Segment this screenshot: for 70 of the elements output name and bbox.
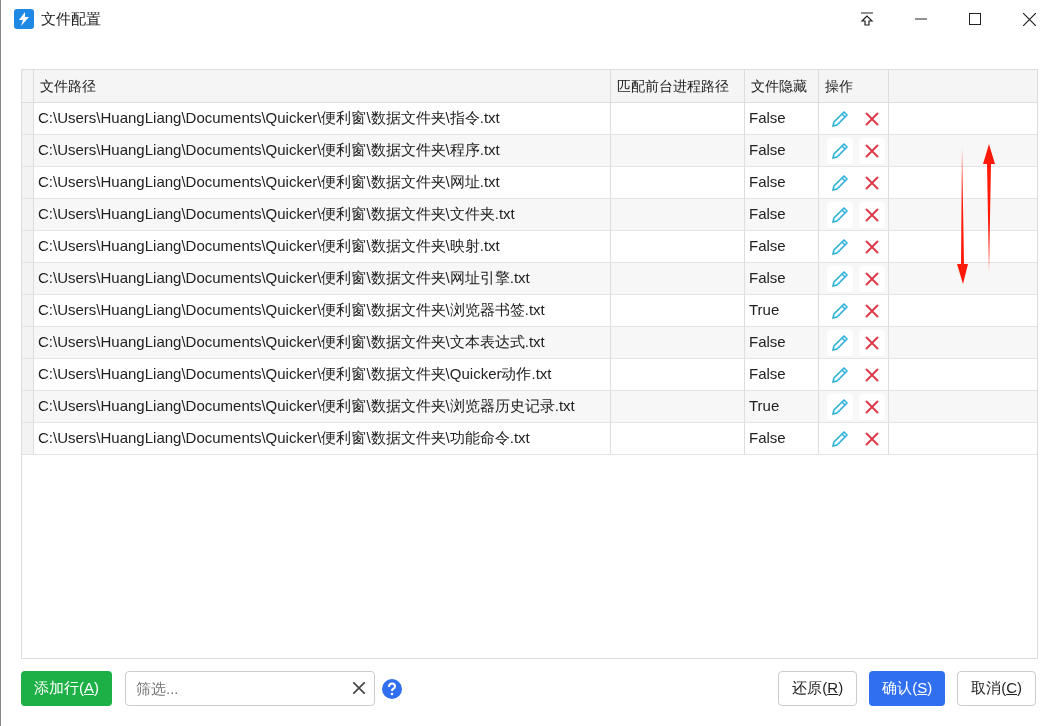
file-path-cell: C:\Users\HuangLiang\Documents\Quicker\便利窗\数据文件夹\映射.txt (34, 231, 611, 262)
file-path-cell: C:\Users\HuangLiang\Documents\Quicker\便利窗\数据文件夹\程序.txt (34, 135, 611, 166)
edit-button[interactable] (827, 137, 853, 164)
delete-icon (865, 335, 879, 350)
edit-button[interactable] (827, 265, 853, 292)
file-path-cell: C:\Users\HuangLiang\Documents\Quicker\便利窗\数据文件夹\网址引擎.txt (34, 263, 611, 294)
edit-button[interactable] (827, 393, 853, 420)
delete-icon (865, 303, 879, 318)
file-path-cell: C:\Users\HuangLiang\Documents\Quicker\便利窗\数据文件夹\网址.txt (34, 167, 611, 198)
pencil-icon (831, 333, 849, 352)
pencil-icon (831, 173, 849, 192)
dialog-button[interactable]: 取消(C) (957, 671, 1036, 706)
maximize-icon (969, 13, 981, 25)
file-path-cell: C:\Users\HuangLiang\Documents\Quicker\便利窗\数据文件夹\浏览器历史记录.txt (34, 391, 611, 422)
delete-icon (865, 239, 879, 254)
pencil-icon (831, 397, 849, 416)
hidden-cell: False (745, 103, 819, 134)
delete-button[interactable] (859, 201, 885, 228)
hidden-cell: False (745, 231, 819, 262)
help-icon[interactable] (382, 678, 402, 699)
delete-icon (865, 431, 879, 446)
delete-icon (865, 271, 879, 286)
hidden-cell: False (745, 167, 819, 198)
hidden-cell: False (745, 199, 819, 230)
file-path-cell: C:\Users\HuangLiang\Documents\Quicker\便利窗\数据文件夹\Quicker动作.txt (34, 359, 611, 390)
delete-icon (865, 143, 879, 158)
clear-icon[interactable] (353, 682, 365, 694)
pencil-icon (831, 109, 849, 128)
pencil-icon (831, 205, 849, 224)
close-icon (1022, 12, 1036, 26)
minimize-icon (915, 18, 927, 20)
file-path-cell: C:\Users\HuangLiang\Documents\Quicker\便利窗\数据文件夹\文本表达式.txt (34, 327, 611, 358)
pencil-icon (831, 237, 849, 256)
column-header[interactable]: 文件路径 (34, 70, 611, 102)
column-header[interactable]: 文件隐藏 (745, 70, 819, 102)
hidden-cell: False (745, 327, 819, 358)
hidden-cell: False (745, 263, 819, 294)
hidden-cell: True (745, 295, 819, 326)
delete-icon (865, 111, 879, 126)
edit-button[interactable] (827, 201, 853, 228)
file-path-cell: C:\Users\HuangLiang\Documents\Quicker\便利窗\数据文件夹\浏览器书签.txt (34, 295, 611, 326)
pin-icon (860, 11, 874, 27)
app-logo-icon (14, 9, 34, 29)
column-header[interactable]: 操作 (819, 70, 889, 102)
dialog-button[interactable]: 还原(R) (778, 671, 858, 706)
window-title: 文件配置 (41, 8, 101, 29)
file-path-cell: C:\Users\HuangLiang\Documents\Quicker\便利窗\数据文件夹\指令.txt (34, 103, 611, 134)
delete-button[interactable] (859, 393, 885, 420)
file-path-cell: C:\Users\HuangLiang\Documents\Quicker\便利窗\数据文件夹\文件夹.txt (34, 199, 611, 230)
pencil-icon (831, 365, 849, 384)
delete-button[interactable] (859, 137, 885, 164)
pencil-icon (831, 429, 849, 448)
filter-field[interactable]: 筛选... (125, 671, 375, 706)
edit-button[interactable] (827, 329, 853, 356)
file-path-cell: C:\Users\HuangLiang\Documents\Quicker\便利窗\数据文件夹\功能命令.txt (34, 423, 611, 454)
confirm-button[interactable]: 确认(S) (869, 671, 946, 706)
delete-icon (865, 175, 879, 190)
pencil-icon (831, 301, 849, 320)
pencil-icon (831, 141, 849, 160)
hidden-cell: False (745, 135, 819, 166)
delete-button[interactable] (859, 329, 885, 356)
delete-button[interactable] (859, 265, 885, 292)
hidden-cell: False (745, 423, 819, 454)
hidden-cell: True (745, 391, 819, 422)
hidden-cell: False (745, 359, 819, 390)
column-header[interactable]: 匹配前台进程路径 (611, 70, 745, 102)
delete-icon (865, 207, 879, 222)
delete-icon (865, 367, 879, 382)
pencil-icon (831, 269, 849, 288)
delete-icon (865, 399, 879, 414)
